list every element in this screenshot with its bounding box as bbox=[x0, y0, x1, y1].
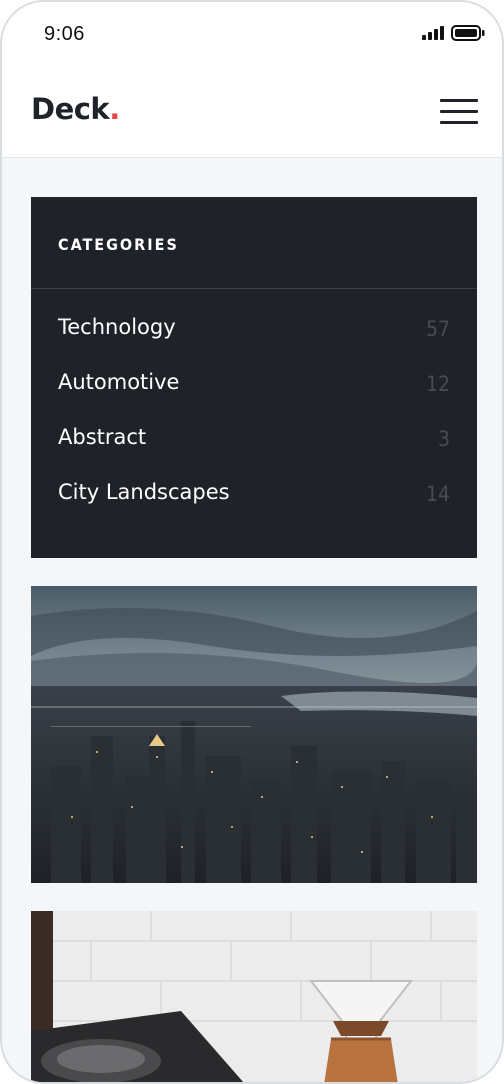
status-time: 9:06 bbox=[44, 23, 85, 45]
category-name: Automotive bbox=[58, 370, 180, 394]
category-name: City Landscapes bbox=[58, 480, 230, 504]
site-logo[interactable]: Deck. bbox=[31, 92, 120, 126]
city-skyline-photo[interactable] bbox=[31, 586, 477, 883]
category-count: 14 bbox=[425, 482, 450, 506]
site-header: Deck. bbox=[2, 66, 502, 158]
categories-title: CATEGORIES bbox=[58, 235, 179, 254]
category-item-technology[interactable]: Technology 57 bbox=[31, 309, 477, 364]
category-item-abstract[interactable]: Abstract 3 bbox=[31, 419, 477, 474]
phone-frame: 9:06 Deck. CATEGORIES Technology 57 Auto… bbox=[0, 0, 504, 1084]
status-bar: 9:06 bbox=[2, 2, 502, 66]
signal-icon bbox=[422, 26, 444, 40]
city-skyline-illustration bbox=[31, 586, 477, 883]
category-name: Technology bbox=[58, 315, 176, 339]
battery-icon bbox=[451, 25, 485, 41]
category-count: 12 bbox=[425, 372, 450, 396]
coffee-illustration bbox=[31, 911, 477, 1082]
category-item-automotive[interactable]: Automotive 12 bbox=[31, 364, 477, 419]
coffee-pour-over-photo[interactable] bbox=[31, 911, 477, 1082]
categories-divider bbox=[31, 288, 477, 289]
category-name: Abstract bbox=[58, 425, 147, 449]
category-count: 57 bbox=[425, 317, 450, 341]
category-item-city-landscapes[interactable]: City Landscapes 14 bbox=[31, 474, 477, 529]
logo-dot: . bbox=[109, 92, 120, 126]
hamburger-menu-icon[interactable] bbox=[440, 99, 478, 125]
categories-widget: CATEGORIES Technology 57 Automotive 12 A… bbox=[31, 197, 477, 558]
logo-text: Deck bbox=[31, 92, 110, 126]
category-count: 3 bbox=[437, 427, 450, 451]
categories-list: Technology 57 Automotive 12 Abstract 3 C… bbox=[31, 309, 477, 529]
